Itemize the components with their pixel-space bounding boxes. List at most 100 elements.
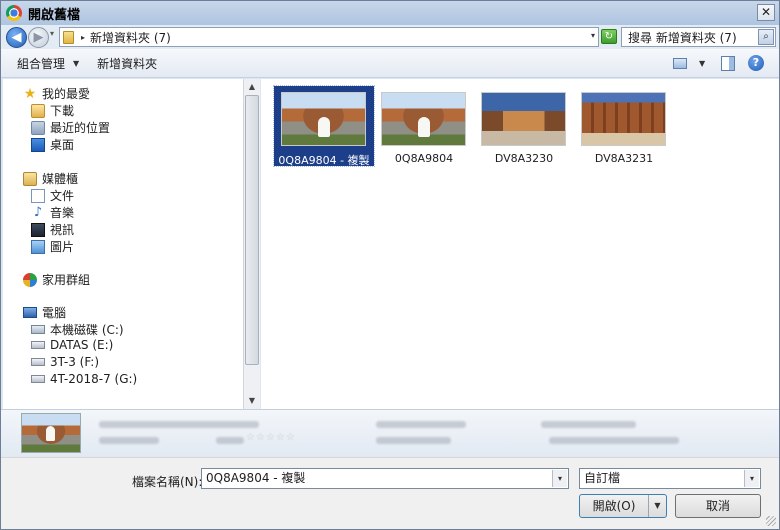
help-icon[interactable]: ? [748, 55, 764, 71]
sidebar-item-music[interactable]: ♪ 音樂 [31, 204, 74, 221]
selected-file-thumbnail [21, 413, 81, 453]
redacted-file-info [541, 421, 636, 428]
sidebar-item-drive-g[interactable]: 4T-2018-7 (G:) [31, 372, 137, 386]
organize-caret-icon[interactable]: ▼ [73, 59, 79, 68]
sidebar-item-pictures[interactable]: 圖片 [31, 238, 74, 255]
sidebar-item-label: 電腦 [42, 306, 67, 320]
sidebar-item-label: DATAS (E:) [50, 338, 114, 352]
cancel-button[interactable]: 取消 [675, 494, 761, 518]
sidebar-item-label: 音樂 [50, 206, 75, 220]
command-bar: 組合管理 ▼ 新增資料夾 ▼ ? [1, 49, 779, 78]
address-history-dropdown-icon[interactable]: ▾ [591, 31, 595, 40]
recent-places-icon [31, 120, 45, 135]
redacted-file-info [99, 421, 259, 428]
sidebar-item-homegroup[interactable]: 家用群組 [23, 271, 90, 288]
scrollbar-thumb[interactable] [245, 95, 259, 365]
address-bar[interactable]: ▸ 新增資料夾 (7) ▾ [59, 27, 599, 47]
sidebar-item-label: 下載 [50, 104, 75, 118]
image-thumbnail [381, 92, 466, 146]
library-icon [23, 171, 37, 186]
search-input[interactable]: 搜尋 新增資料夾 (7) [628, 29, 737, 46]
star-icon: ★ [23, 85, 37, 102]
title-bar: 開啟舊檔 ✕ [1, 1, 779, 25]
sidebar-item-favorites[interactable]: ★ 我的最愛 [23, 85, 90, 102]
breadcrumb-current-folder[interactable]: 新增資料夾 (7) [90, 29, 171, 46]
redacted-file-info [216, 437, 244, 444]
sidebar-item-label: 最近的位置 [50, 121, 111, 135]
file-list: 0Q8A9804 - 複製 0Q8A9804 DV8A3230 DV8A3231 [261, 79, 779, 409]
redacted-file-info [549, 437, 679, 444]
filetype-value[interactable]: 自訂檔 [584, 471, 620, 485]
resize-grip-icon[interactable] [766, 516, 776, 526]
change-view-icon[interactable] [673, 58, 687, 69]
scroll-down-arrow-icon[interactable]: ▼ [244, 393, 260, 409]
sidebar-item-computer[interactable]: 電腦 [23, 304, 66, 321]
music-icon: ♪ [33, 204, 43, 220]
breadcrumb-separator-icon[interactable]: ▸ [81, 33, 85, 42]
navigation-pane-scrollbar[interactable]: ▲ ▼ [243, 79, 260, 409]
details-pane [1, 409, 779, 457]
file-tile[interactable]: 0Q8A9804 - 複製 [273, 85, 375, 167]
sidebar-item-drive-c[interactable]: 本機磁碟 (C:) [31, 321, 124, 338]
open-button[interactable]: 開啟(O) ▼ [579, 494, 667, 518]
image-thumbnail [281, 92, 366, 146]
sidebar-item-videos[interactable]: 視訊 [31, 221, 74, 238]
filetype-select[interactable]: 自訂檔 ▾ [579, 468, 761, 489]
sidebar-item-libraries[interactable]: 媒體櫃 [23, 170, 78, 187]
file-tile[interactable]: 0Q8A9804 [374, 86, 474, 166]
documents-icon [31, 188, 45, 203]
drive-icon [31, 341, 45, 349]
redacted-file-info [376, 421, 466, 428]
open-file-dialog: 開啟舊檔 ✕ ◀ ▶ ▾ ▸ 新增資料夾 (7) ▾ ↻ 搜尋 新增資料夾 (7… [0, 0, 780, 530]
sidebar-item-label: 4T-2018-7 (G:) [50, 372, 138, 386]
filename-value[interactable]: 0Q8A9804 - 複製 [206, 471, 305, 485]
filetype-dropdown-icon[interactable]: ▾ [744, 470, 759, 487]
filename-dropdown-icon[interactable]: ▾ [552, 470, 567, 487]
sidebar-item-drive-e[interactable]: DATAS (E:) [31, 338, 113, 352]
search-box[interactable]: 搜尋 新增資料夾 (7) ⌕ [621, 27, 776, 47]
navigation-pane: ★ 我的最愛 下載 最近的位置 桌面 媒體櫃 文件 ♪ 音樂 視訊 圖片 家用群… [3, 79, 243, 409]
organize-menu[interactable]: 組合管理 [17, 55, 65, 72]
redacted-file-info [376, 437, 451, 444]
navigation-bar: ◀ ▶ ▾ ▸ 新增資料夾 (7) ▾ ↻ 搜尋 新增資料夾 (7) ⌕ [1, 25, 779, 49]
drive-icon [31, 358, 45, 366]
file-name: DV8A3230 [494, 152, 554, 165]
filename-label: 檔案名稱(N): [132, 475, 203, 489]
sidebar-item-documents[interactable]: 文件 [31, 187, 74, 204]
search-icon[interactable]: ⌕ [758, 29, 774, 45]
sidebar-item-desktop[interactable]: 桌面 [31, 136, 74, 153]
drive-icon [31, 375, 45, 383]
back-button[interactable]: ◀ [6, 27, 27, 48]
forward-button[interactable]: ▶ [28, 27, 49, 48]
sidebar-item-drive-f[interactable]: 3T-3 (F:) [31, 355, 99, 369]
preview-pane-icon[interactable] [721, 56, 735, 71]
close-button[interactable]: ✕ [757, 4, 775, 21]
image-thumbnail [581, 92, 666, 146]
open-options-dropdown-icon[interactable]: ▼ [648, 495, 666, 517]
video-icon [31, 222, 45, 237]
view-options-caret-icon[interactable]: ▼ [699, 59, 705, 68]
sidebar-item-downloads[interactable]: 下載 [31, 102, 74, 119]
image-thumbnail [481, 92, 566, 146]
rating-stars: ☆☆☆☆☆ [246, 432, 296, 443]
computer-icon [23, 307, 37, 318]
sidebar-item-label: 3T-3 (F:) [50, 355, 100, 369]
filename-input[interactable]: 0Q8A9804 - 複製 ▾ [201, 468, 569, 489]
recent-pages-caret-icon[interactable]: ▾ [50, 29, 54, 38]
new-folder-button[interactable]: 新增資料夾 [97, 55, 157, 72]
sidebar-item-label: 圖片 [50, 240, 75, 254]
dialog-footer: 檔案名稱(N): 0Q8A9804 - 複製 ▾ 自訂檔 ▾ 開啟(O) ▼ 取… [1, 457, 779, 529]
sidebar-item-recent-places[interactable]: 最近的位置 [31, 119, 110, 136]
redacted-file-info [99, 437, 159, 444]
file-tile[interactable]: DV8A3231 [574, 86, 674, 166]
sidebar-item-label: 本機磁碟 (C:) [50, 323, 124, 337]
refresh-button[interactable]: ↻ [601, 29, 617, 44]
open-button-label[interactable]: 開啟(O) [580, 495, 648, 517]
scroll-up-arrow-icon[interactable]: ▲ [244, 79, 260, 95]
folder-icon [63, 30, 74, 44]
sidebar-item-label: 視訊 [50, 223, 75, 237]
chrome-icon [6, 5, 22, 21]
sidebar-item-label: 家用群組 [42, 273, 91, 287]
sidebar-item-label: 媒體櫃 [42, 172, 79, 186]
file-tile[interactable]: DV8A3230 [474, 86, 574, 166]
